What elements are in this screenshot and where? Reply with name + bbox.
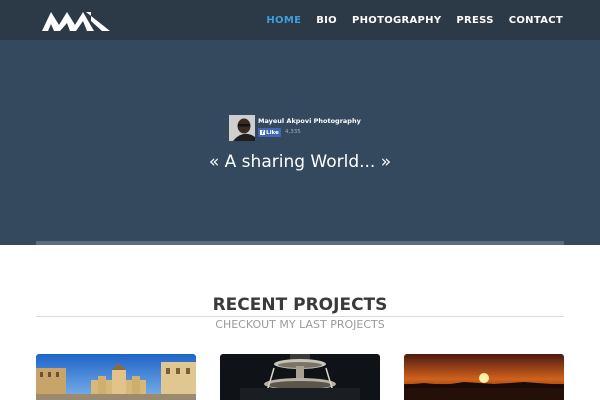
hero-bottom-bar	[36, 241, 564, 245]
nav-contact[interactable]: CONTACT	[509, 15, 563, 26]
hero-tagline: « A sharing World... »	[208, 152, 392, 172]
logo-icon[interactable]	[42, 9, 110, 31]
facebook-like-button[interactable]: f Like	[258, 128, 281, 137]
like-label: Like	[266, 129, 279, 136]
facebook-page-name[interactable]: Mayeul Akpovi Photography	[258, 117, 361, 125]
main-nav: HOME BIO PHOTOGRAPHY PRESS CONTACT	[266, 0, 563, 40]
section-divider	[36, 316, 564, 317]
facebook-icon: f	[260, 129, 266, 136]
nav-press[interactable]: PRESS	[456, 15, 493, 26]
facebook-like-widget: Mayeul Akpovi Photography f Like 4,335	[229, 115, 369, 143]
navbar: HOME BIO PHOTOGRAPHY PRESS CONTACT	[0, 0, 600, 40]
project-thumbnail-fountain[interactable]	[220, 354, 380, 400]
fountain-night-photo	[220, 354, 380, 400]
avatar[interactable]	[229, 115, 255, 141]
section-title: RECENT PROJECTS	[212, 295, 388, 315]
nav-photography[interactable]: PHOTOGRAPHY	[352, 15, 441, 26]
section-subtitle: CHECKOUT MY LAST PROJECTS	[215, 318, 385, 331]
project-thumbnail-city[interactable]	[36, 354, 196, 400]
nav-bio[interactable]: BIO	[316, 15, 337, 26]
like-count: 4,335	[285, 129, 301, 135]
city-square-photo	[36, 354, 196, 400]
sunset-photo	[404, 354, 564, 400]
project-thumbnail-sunset[interactable]	[404, 354, 564, 400]
nav-home[interactable]: HOME	[266, 15, 301, 26]
